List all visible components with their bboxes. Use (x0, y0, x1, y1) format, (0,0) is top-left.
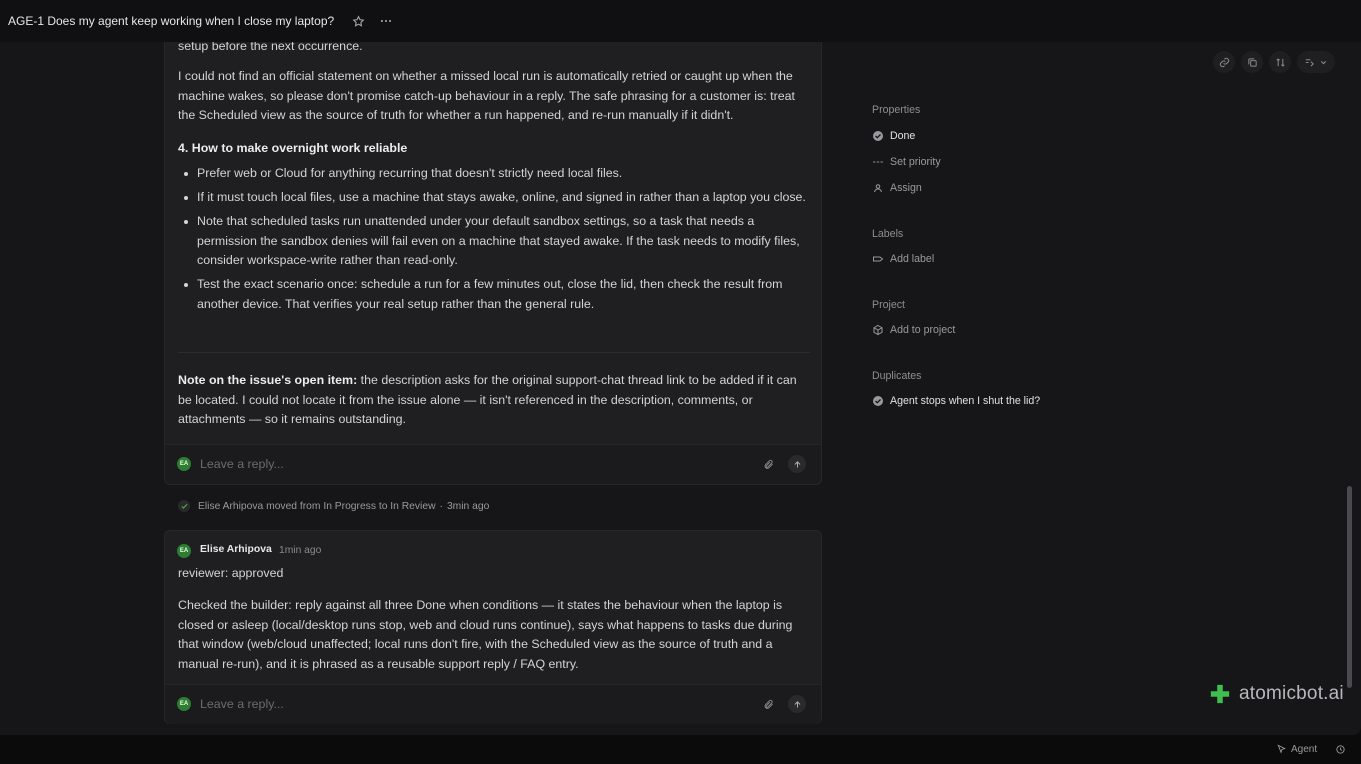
reply-bar: EA Leave a reply... (165, 684, 821, 724)
activity-separator: · (439, 500, 443, 512)
comment-paragraph: Checked the builder: reply against all t… (178, 598, 793, 671)
priority-property[interactable]: Set priority (872, 156, 941, 168)
done-check-icon (872, 395, 884, 407)
scrollbar[interactable] (1347, 486, 1352, 688)
brand-cross-icon (1210, 684, 1230, 704)
assign-property[interactable]: Assign (872, 182, 922, 194)
reply-input[interactable]: Leave a reply... (200, 457, 284, 471)
labels-heading: Labels (872, 228, 904, 240)
add-label-button[interactable]: Add label (872, 253, 934, 265)
activity-time: 3min ago (446, 500, 490, 512)
add-project-text: Add to project (890, 324, 956, 336)
reply-input[interactable]: Leave a reply... (200, 697, 284, 711)
issue-toolbar (1213, 51, 1335, 73)
issue-title: AGE-1 Does my agent keep working when I … (8, 14, 335, 28)
copy-icon[interactable] (1241, 51, 1263, 73)
reply-bar: EA Leave a reply... (165, 444, 821, 484)
list-item: If it must touch local files, use a mach… (178, 188, 812, 208)
assign-label: Assign (890, 182, 922, 194)
avatar: EA (177, 457, 191, 471)
label-tag-icon (872, 253, 884, 265)
status-property[interactable]: Done (872, 130, 915, 142)
star-icon[interactable] (348, 11, 368, 31)
divider (178, 352, 810, 353)
duplicate-issue-title: Agent stops when I shut the lid? (890, 395, 1041, 407)
top-bar: AGE-1 Does my agent keep working when I … (0, 0, 1361, 42)
agent-status[interactable]: Agent (1276, 744, 1346, 755)
priority-none-icon (872, 156, 884, 168)
status-change-icon (178, 500, 190, 512)
main-panel: setup before the next occurrence. I coul… (0, 42, 1361, 735)
branch-icon[interactable] (1269, 51, 1291, 73)
avatar: EA (177, 544, 191, 558)
comment-author[interactable]: Elise Arhipova (200, 544, 272, 555)
assign-user-icon (872, 182, 884, 194)
duplicate-issue-link[interactable]: Agent stops when I shut the lid? (872, 395, 1040, 407)
list-item: Test the exact scenario once: schedule a… (178, 275, 812, 314)
duplicates-heading: Duplicates (872, 370, 922, 382)
bottom-bar (0, 735, 1361, 764)
activity-text: Elise Arhipova moved from In Progress to… (198, 500, 436, 512)
section-heading: 4. How to make overnight work reliable (178, 141, 408, 155)
add-label-text: Add label (890, 253, 935, 265)
brand-logo: atomicbot.ai (1209, 683, 1344, 705)
project-cube-icon (872, 324, 884, 336)
comment-card-agent: setup before the next occurrence. I coul… (164, 42, 822, 485)
link-icon[interactable] (1213, 51, 1235, 73)
properties-heading: Properties (872, 104, 921, 116)
add-project-button[interactable]: Add to project (872, 324, 955, 336)
comment-text-top: setup before the next occurrence. (178, 42, 363, 53)
note-paragraph: Note on the issue's open item: the descr… (178, 371, 812, 430)
comment-paragraph-official: I could not find an official statement o… (178, 69, 795, 123)
attach-icon[interactable] (759, 455, 777, 473)
attach-icon[interactable] (759, 695, 777, 713)
avatar: EA (177, 697, 191, 711)
chevron-down-icon (1320, 60, 1327, 64)
priority-label: Set priority (890, 156, 941, 168)
comment-line: reviewer: approved (178, 566, 284, 580)
brand-name: atomicbot.ai (1239, 683, 1344, 704)
bullet-list: Prefer web or Cloud for anything recurri… (178, 164, 812, 319)
activity-line: Elise Arhipova moved from In Progress to… (178, 500, 489, 512)
note-label: Note on the issue's open item: (178, 373, 358, 387)
done-check-icon (872, 130, 884, 142)
list-item: Prefer web or Cloud for anything recurri… (178, 164, 812, 184)
send-button[interactable] (788, 695, 806, 713)
send-button[interactable] (788, 455, 806, 473)
agent-label: Agent (1291, 744, 1318, 755)
project-heading: Project (872, 299, 905, 311)
more-icon[interactable] (376, 11, 396, 31)
comment-timestamp: 1min ago (279, 545, 322, 556)
list-item: Note that scheduled tasks run unattended… (178, 212, 812, 271)
cursor-icon (1277, 744, 1286, 754)
actions-dropdown[interactable] (1297, 51, 1335, 73)
history-icon (1336, 745, 1345, 754)
comment-card-reviewer: EA Elise Arhipova 1min ago reviewer: app… (164, 530, 822, 724)
status-label: Done (890, 130, 916, 142)
